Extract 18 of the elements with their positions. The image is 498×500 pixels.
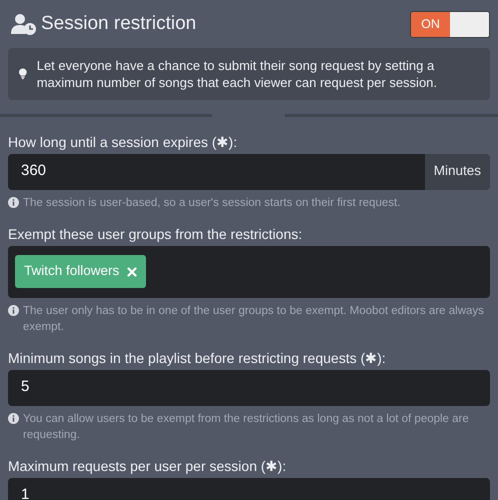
- field-label: How long until a session expires (✱):: [8, 132, 238, 150]
- info-text: Let everyone have a chance to submit their song request by setting a maximum number of songs that each viewer can request per session.: [36, 56, 438, 90]
- number-field[interactable]: 1: [8, 478, 490, 500]
- info-icon: [8, 196, 19, 208]
- info-icon: [8, 412, 19, 424]
- remove-icon[interactable]: [127, 266, 138, 276]
- field-label: Exempt these user groups from the restrictions:: [8, 224, 304, 242]
- number-field[interactable]: 360: [8, 154, 425, 190]
- help-text: The session is user-based, so a user's session starts on their first request.: [23, 196, 400, 210]
- number-field[interactable]: 5: [8, 370, 490, 406]
- help-text: The user only has to be in one of the user groups to be exempt. Moobot editors are always exempt.: [23, 304, 485, 334]
- help-text: You can allow users to be exempt from the restrictions as long as not a lot of people are requesting.: [23, 412, 470, 442]
- user-clock-icon: [11, 13, 37, 36]
- section-title: Session restriction: [41, 12, 196, 36]
- field-label: Minimum songs in the playlist before restricting requests (✱):: [8, 348, 387, 366]
- field-label: Maximum requests per user per session (✱):: [8, 456, 288, 474]
- unit-label: Minutes: [424, 154, 490, 190]
- info-icon: [8, 304, 19, 316]
